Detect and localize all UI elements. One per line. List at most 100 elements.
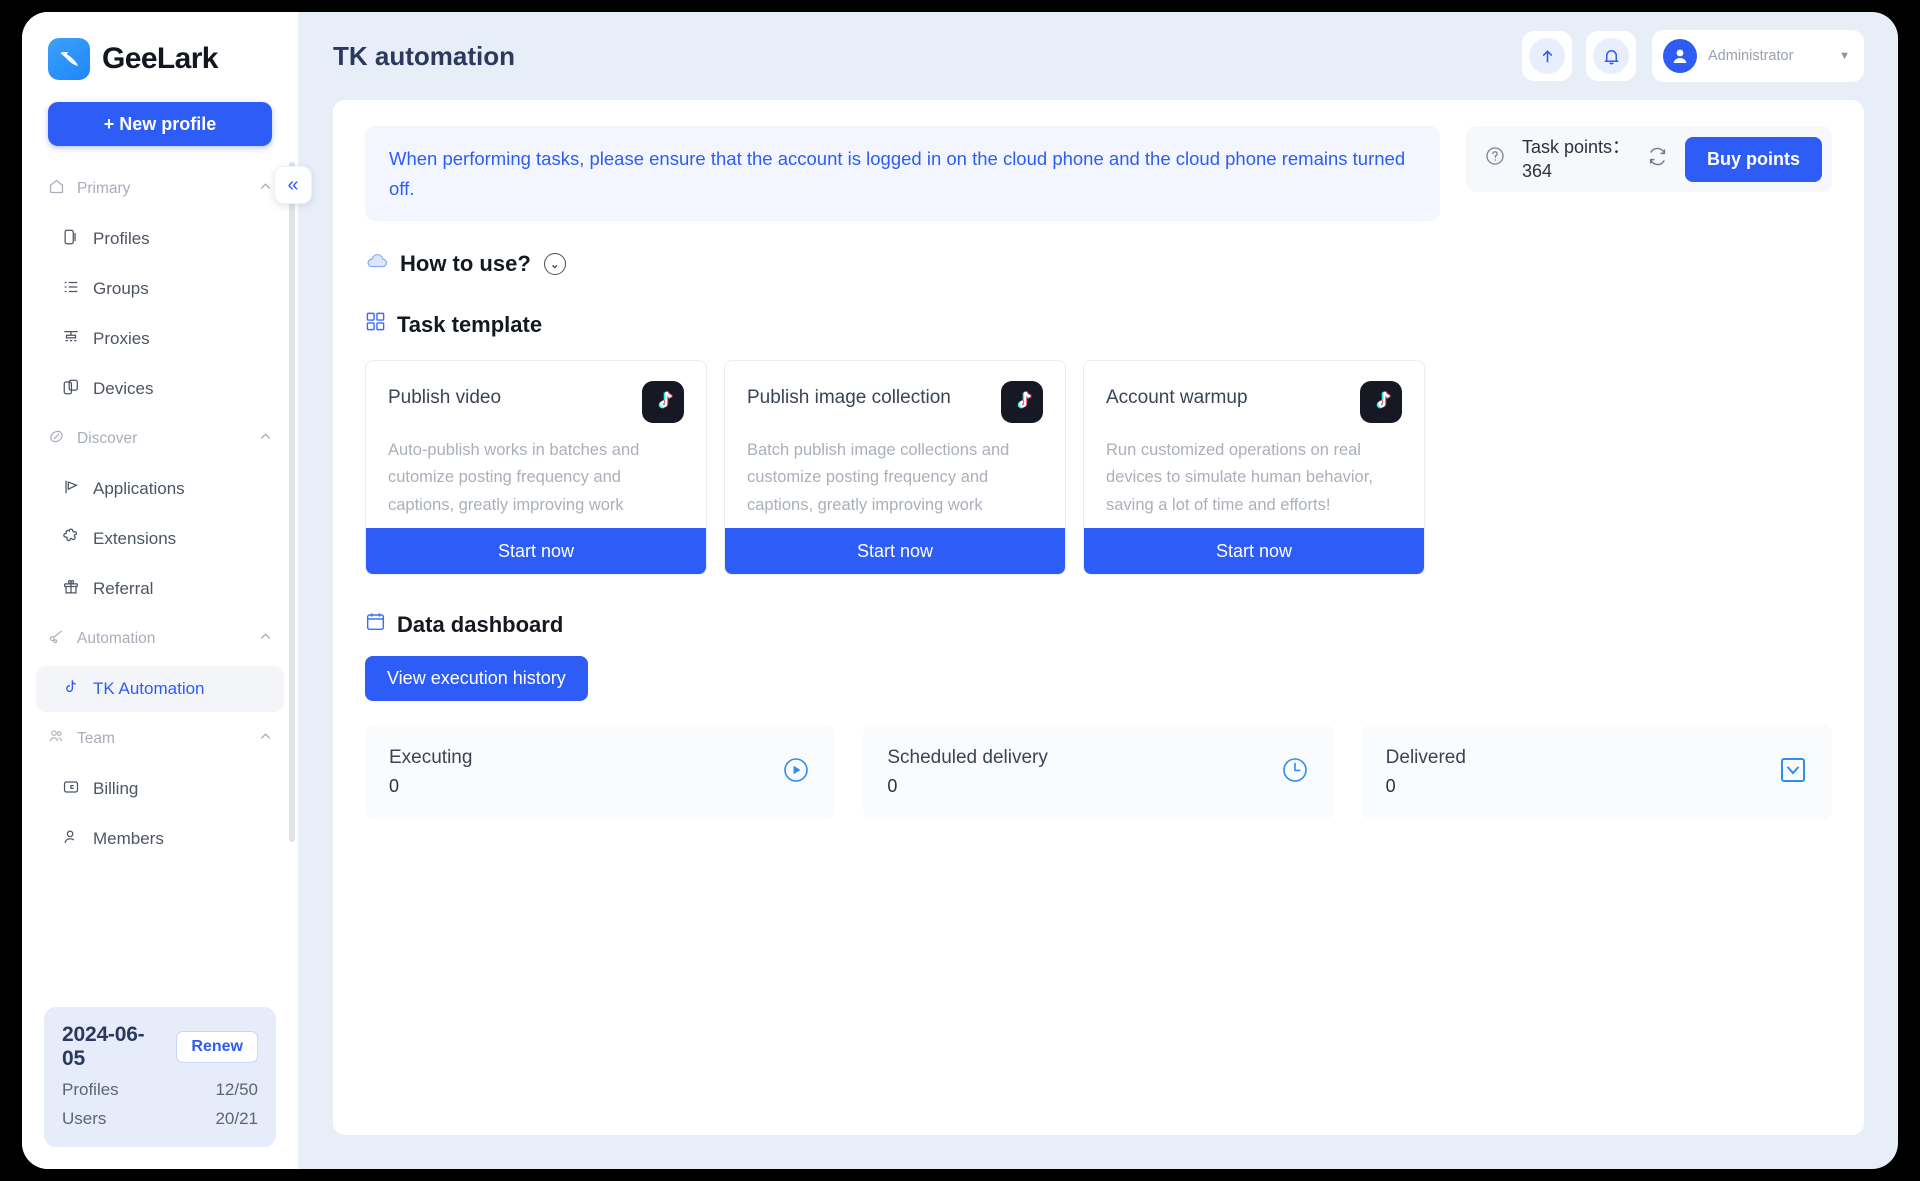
chevron-down-box-icon [1778, 755, 1808, 790]
how-to-use-section[interactable]: How to use? ⌄ [365, 251, 1832, 277]
sidebar-item-applications[interactable]: Applications [36, 466, 284, 512]
play-circle-icon [781, 755, 811, 790]
task-card-account-warmup[interactable]: Account warmup Run customized operations… [1083, 360, 1425, 576]
plan-row-label: Profiles [62, 1080, 119, 1099]
team-icon [48, 728, 65, 750]
sidebar-group-label: Team [77, 730, 115, 747]
sidebar-item-label: Applications [93, 479, 185, 498]
stat-card-delivered[interactable]: Delivered 0 [1361, 725, 1832, 820]
stat-card-scheduled-delivery[interactable]: Scheduled delivery 0 [863, 725, 1334, 820]
sidebar-item-billing[interactable]: Billing [36, 766, 284, 812]
gift-icon [62, 578, 80, 601]
chevron-up-icon [259, 630, 272, 648]
content-panel: When performing tasks, please ensure tha… [333, 100, 1864, 1135]
geelark-bird-logo-icon [48, 38, 90, 80]
top-header: TK automation Administrator ▼ [299, 12, 1898, 100]
notice-banner: When performing tasks, please ensure tha… [365, 126, 1440, 222]
sidebar-item-label: Extensions [93, 529, 177, 548]
plan-row-label: Users [62, 1109, 107, 1128]
sidebar-collapse-button[interactable]: « [274, 166, 312, 204]
member-icon [62, 828, 80, 851]
sidebar-group-automation[interactable]: Automation [22, 616, 298, 662]
card-description: Batch publish image collections and cust… [747, 441, 1010, 514]
proxies-network-icon [62, 328, 80, 351]
stat-label: Executing [389, 747, 473, 769]
main-area: TK automation Administrator ▼ When perfo… [299, 12, 1898, 1169]
start-now-button[interactable]: Start now [1084, 528, 1424, 575]
brand: GeeLark [22, 12, 298, 80]
chevron-up-icon [259, 430, 272, 448]
page-title: TK automation [333, 40, 515, 71]
cloud-icon [365, 251, 389, 277]
dashboard-stats: Executing 0 Scheduled delivery 0 Deliver… [365, 725, 1832, 820]
sidebar-item-label: Groups [93, 279, 149, 298]
automation-icon [48, 628, 65, 650]
task-card-publish-video[interactable]: Publish video Auto-publish works in batc… [365, 360, 707, 576]
sidebar-item-members[interactable]: Members [36, 816, 284, 862]
groups-list-icon [62, 278, 80, 301]
sidebar-item-devices[interactable]: Devices [36, 366, 284, 412]
task-template-cards: Publish video Auto-publish works in batc… [365, 360, 1832, 576]
app-window: GeeLark + New profile « Primary Profiles… [22, 12, 1898, 1169]
devices-icon [62, 378, 80, 401]
sidebar-group-primary[interactable]: Primary [22, 166, 298, 212]
sidebar-item-label: Referral [93, 579, 154, 598]
new-profile-button[interactable]: + New profile [48, 102, 272, 146]
sidebar-group-discover[interactable]: Discover [22, 416, 298, 462]
bell-icon [1593, 38, 1629, 74]
sidebar-nav: Primary Profiles Groups Proxies Devices … [22, 166, 298, 1007]
card-description: Run customized operations on real device… [1106, 441, 1373, 514]
tiktok-logo-icon [1001, 381, 1043, 424]
view-execution-history-button[interactable]: View execution history [365, 656, 588, 702]
chevron-up-icon [259, 180, 272, 198]
stat-value: 0 [389, 776, 400, 797]
chevron-down-icon[interactable]: ▼ [1839, 50, 1850, 62]
chevron-down-icon[interactable]: ⌄ [543, 253, 566, 276]
sidebar-group-label: Primary [77, 180, 131, 197]
home-icon [48, 178, 65, 200]
sidebar: GeeLark + New profile « Primary Profiles… [22, 12, 312, 1169]
user-menu[interactable]: Administrator ▼ [1652, 30, 1864, 82]
sidebar-item-referral[interactable]: Referral [36, 566, 284, 612]
stat-label: Scheduled delivery [887, 747, 1048, 769]
start-now-button[interactable]: Start now [725, 528, 1065, 575]
tiktok-note-icon [62, 678, 80, 701]
question-circle-icon[interactable] [1484, 145, 1506, 173]
user-info: Administrator [1708, 47, 1820, 65]
tiktok-logo-icon [1360, 381, 1402, 424]
renew-button[interactable]: Renew [176, 1031, 258, 1063]
task-card-publish-image-collection[interactable]: Publish image collection Batch publish i… [724, 360, 1066, 576]
sidebar-group-team[interactable]: Team [22, 716, 298, 762]
stat-label: Delivered [1385, 747, 1466, 769]
stat-card-executing[interactable]: Executing 0 [365, 725, 836, 820]
sidebar-group-label: Automation [77, 630, 156, 647]
chevron-up-icon [259, 730, 272, 748]
plan-row-value: 12/50 [215, 1080, 258, 1099]
extensions-puzzle-icon [62, 527, 80, 551]
sidebar-item-proxies[interactable]: Proxies [36, 316, 284, 362]
tiktok-logo-icon [642, 381, 684, 424]
plan-row-users: Users 20/21 [62, 1109, 258, 1129]
upload-button[interactable] [1522, 31, 1572, 81]
start-now-button[interactable]: Start now [366, 528, 706, 575]
plan-row-profiles: Profiles 12/50 [62, 1080, 258, 1100]
sidebar-item-groups[interactable]: Groups [36, 266, 284, 312]
sidebar-item-label: Profiles [93, 229, 150, 248]
plan-card: 2024-06-05 Renew Profiles 12/50 Users 20… [44, 1007, 276, 1147]
notifications-button[interactable] [1586, 31, 1636, 81]
grid-icon [365, 311, 386, 338]
buy-points-button[interactable]: Buy points [1685, 136, 1822, 182]
task-template-section-header: Task template [365, 311, 1832, 338]
sidebar-item-label: Members [93, 829, 164, 848]
sidebar-item-label: Proxies [93, 329, 150, 348]
stat-value: 0 [887, 776, 898, 797]
sidebar-item-profiles[interactable]: Profiles [36, 216, 284, 262]
sidebar-item-extensions[interactable]: Extensions [36, 516, 284, 562]
compass-icon [48, 428, 65, 450]
sidebar-group-label: Discover [77, 430, 138, 447]
card-title: Publish image collection [747, 387, 951, 409]
refresh-icon[interactable] [1646, 145, 1669, 174]
task-points-label: Task points： [1521, 136, 1630, 157]
sidebar-item-label: Billing [93, 779, 139, 798]
sidebar-item-tk-automation[interactable]: TK Automation [36, 666, 284, 712]
